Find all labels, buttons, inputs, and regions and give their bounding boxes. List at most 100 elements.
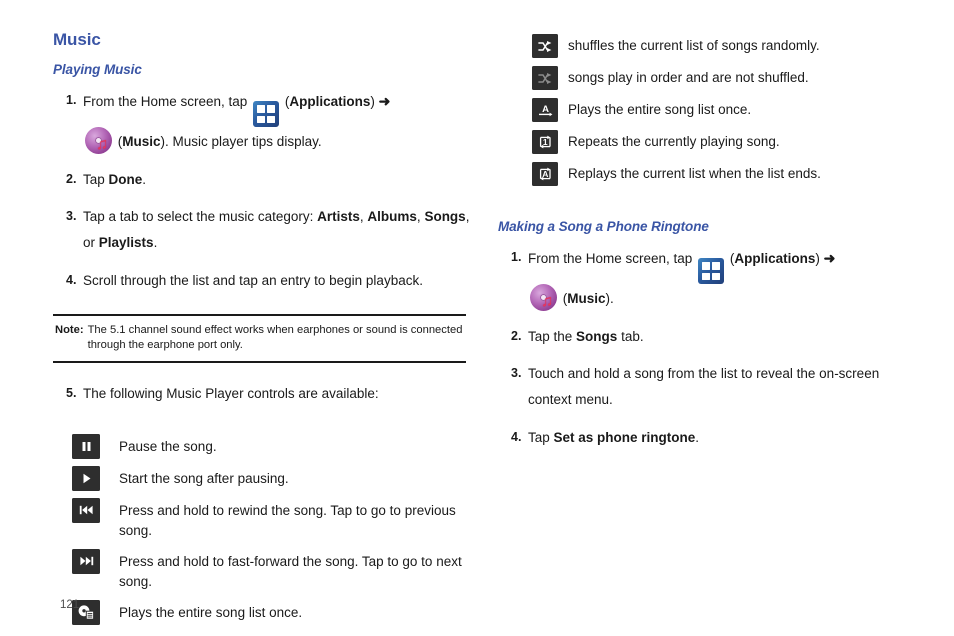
set-as-phone-ringtone-label: Set as phone ringtone	[553, 429, 696, 445]
step-number: 5.	[66, 385, 77, 400]
applications-label: Applications	[289, 94, 371, 109]
music-trailing-text: ).	[605, 291, 614, 307]
paren-close: )	[815, 251, 820, 266]
step-text: Tap Done.	[83, 167, 473, 193]
music-disc-icon: ♫	[85, 127, 112, 155]
repeat-one-icon: 1	[532, 130, 558, 154]
shuffle-on-icon	[532, 34, 558, 58]
music-label: Music	[567, 291, 606, 307]
control-description: Start the song after pausing.	[119, 470, 289, 486]
step-text: Tap Set as phone ringtone.	[528, 425, 918, 451]
rstep2-tail: tab.	[617, 328, 644, 344]
control-description: songs play in order and are not shuffled…	[568, 70, 809, 85]
control-row: 1 Repeats the currently playing song.	[498, 129, 918, 154]
page-title: Music	[53, 30, 101, 49]
step-text: From the Home screen, tap (Applications)…	[528, 245, 918, 313]
shuffle-off-icon	[532, 66, 558, 90]
play-icon	[72, 465, 100, 491]
step-item: 4. Scroll through the list and tap an en…	[53, 268, 473, 294]
songs-tab-label: Songs	[576, 328, 618, 344]
svg-text:A: A	[542, 104, 549, 115]
step-item: 1. From the Home screen, tap (Applicatio…	[53, 88, 473, 156]
done-label: Done	[108, 171, 143, 187]
music-player-controls-list: Pause the song. Start the song after pau…	[53, 433, 473, 625]
paren-close: )	[370, 94, 375, 109]
step-text: The following Music Player controls are …	[83, 385, 379, 401]
step3-lead: Tap a tab to select the music category:	[83, 208, 318, 224]
rstep4-tail: .	[695, 429, 700, 445]
step-number: 3.	[66, 208, 77, 223]
arrow-icon: ➜	[378, 93, 391, 109]
svg-text:A: A	[542, 169, 548, 179]
step-text: Touch and hold a song from the list to r…	[528, 365, 880, 408]
control-icon-cell	[53, 497, 119, 523]
control-description: Replays the current list when the list e…	[568, 166, 821, 181]
step-item: 3. Touch and hold a song from the list t…	[498, 361, 918, 414]
pause-icon	[72, 433, 100, 459]
note-label: Note:	[55, 323, 84, 336]
arrow-icon: ➜	[823, 250, 836, 266]
step-number: 4.	[66, 272, 77, 287]
control-description: Repeats the currently playing song.	[568, 134, 780, 149]
rstep1-lead-text: From the Home screen, tap	[528, 251, 693, 266]
step-text: Scroll through the list and tap an entry…	[83, 272, 423, 288]
step2-tail: .	[142, 171, 147, 187]
control-icon-cell	[53, 465, 119, 491]
music-trailing-text: ). Music player tips display.	[160, 134, 322, 150]
applications-grid-icon	[253, 101, 280, 128]
control-icon-cell	[498, 33, 568, 58]
control-icon-cell	[53, 433, 119, 459]
control-row: A Plays the entire song list once.	[498, 97, 918, 122]
repeat-all-icon: A	[532, 162, 558, 186]
step-number: 1.	[511, 250, 522, 264]
applications-grid-icon	[698, 258, 725, 285]
control-icon-cell	[53, 548, 119, 574]
control-description: Plays the entire song list once.	[568, 102, 752, 117]
note-text: The 5.1 channel sound effect works when …	[87, 323, 463, 351]
music-label: Music	[122, 134, 161, 150]
step2-lead: Tap	[83, 171, 109, 187]
control-icon-cell: 1	[498, 129, 568, 154]
control-description: Press and hold to rewind the song. Tap t…	[119, 502, 456, 539]
shuffle-repeat-controls-list: shuffles the current list of songs rando…	[498, 33, 918, 186]
control-row: Plays the entire song list once.	[53, 599, 473, 625]
document-page: Music Playing Music 1. From the Home scr…	[0, 0, 954, 636]
rstep4-lead: Tap	[528, 429, 554, 445]
play-all-once-icon: A	[532, 98, 558, 122]
control-icon-cell: A	[498, 97, 568, 122]
playlists-label: Playlists	[98, 235, 154, 251]
control-description: Press and hold to fast-forward the song.…	[119, 553, 462, 590]
step-item: 5. The following Music Player controls a…	[53, 381, 473, 407]
control-row: songs play in order and are not shuffled…	[498, 65, 918, 90]
step1-lead-text: From the Home screen, tap	[83, 94, 248, 109]
left-column: Music Playing Music 1. From the Home scr…	[53, 30, 473, 631]
step-text: Tap a tab to select the music category: …	[83, 204, 473, 257]
step-number: 2.	[66, 171, 77, 186]
ringtone-steps: 1. From the Home screen, tap (Applicatio…	[498, 245, 918, 451]
note-box: Note: The 5.1 channel sound effect works…	[53, 313, 466, 363]
control-description: shuffles the current list of songs rando…	[568, 38, 820, 53]
section-heading-playing-music: Playing Music	[53, 62, 142, 77]
rstep2-lead: Tap the	[528, 328, 577, 344]
control-row: shuffles the current list of songs rando…	[498, 33, 918, 58]
control-row: Press and hold to rewind the song. Tap t…	[53, 497, 473, 542]
step3-tail: .	[153, 235, 158, 251]
section-heading-making-ringtone: Making a Song a Phone Ringtone	[498, 219, 709, 234]
step-number: 4.	[511, 429, 522, 444]
step-item: 2. Tap the Songs tab.	[498, 324, 918, 350]
control-description: Pause the song.	[119, 438, 217, 454]
svg-text:1: 1	[542, 137, 547, 147]
albums-label: Albums	[367, 208, 417, 224]
artists-label: Artists	[317, 208, 360, 224]
control-row: Press and hold to fast-forward the song.…	[53, 548, 473, 593]
page-number: 121	[60, 599, 80, 611]
step-item: 1. From the Home screen, tap (Applicatio…	[498, 245, 918, 313]
rewind-icon	[72, 497, 100, 523]
step-item: 4. Tap Set as phone ringtone.	[498, 425, 918, 451]
control-row: Pause the song.	[53, 433, 473, 459]
control-icon-cell: A	[498, 161, 568, 186]
step-text: Tap the Songs tab.	[528, 324, 918, 350]
step-item: 2. Tap Done.	[53, 167, 473, 193]
control-row: Start the song after pausing.	[53, 465, 473, 491]
step-number: 3.	[511, 365, 522, 380]
